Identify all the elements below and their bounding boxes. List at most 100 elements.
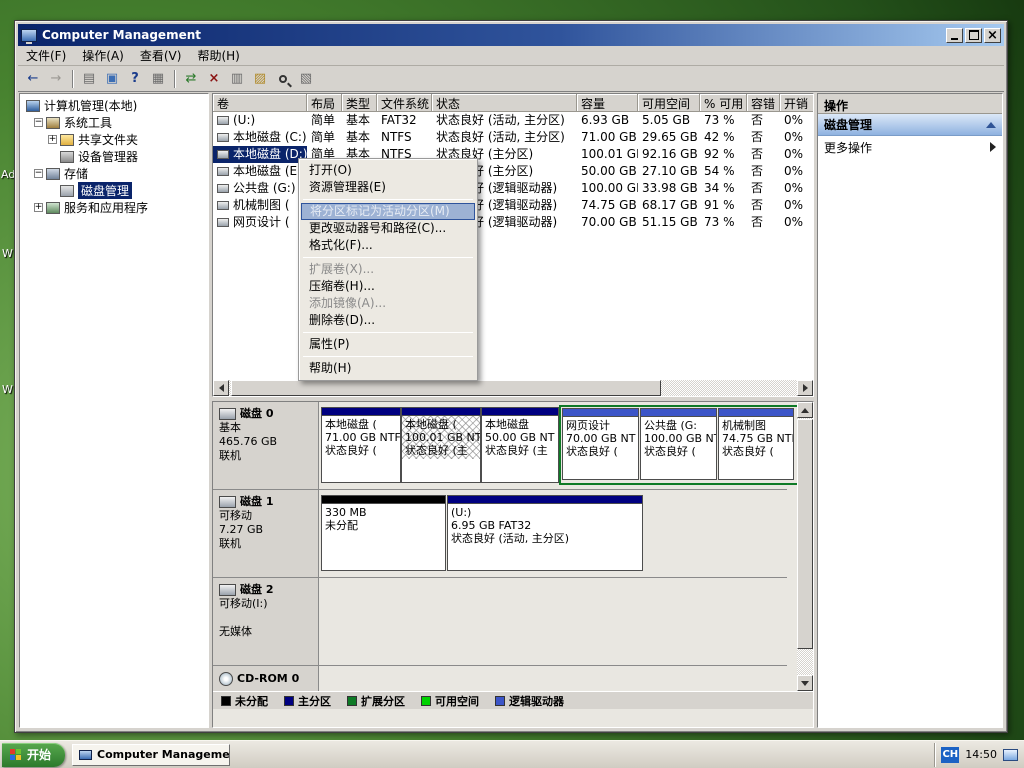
view-options-icon[interactable] bbox=[295, 69, 317, 89]
column-header-layout[interactable]: 布局 bbox=[307, 94, 342, 112]
legend-bar: 未分配 主分区 扩展分区 可用空间 逻辑驱动器 bbox=[213, 691, 813, 709]
menu-item-format[interactable]: 格式化(F)... bbox=[301, 237, 475, 254]
collapse-expander-icon[interactable] bbox=[34, 169, 43, 178]
menu-item-delete-volume[interactable]: 删除卷(D)... bbox=[301, 312, 475, 329]
disk-kind: 基本 bbox=[219, 421, 312, 435]
help-icon[interactable] bbox=[124, 69, 146, 89]
expand-expander-icon[interactable] bbox=[34, 203, 43, 212]
volume-row-c[interactable]: 本地磁盘 (C:) 简单 基本 NTFS 状态良好 (活动, 主分区) 71.0… bbox=[213, 129, 813, 146]
primary-swatch bbox=[284, 696, 294, 706]
cell: 68.17 GB bbox=[638, 197, 700, 214]
column-header-filesystem[interactable]: 文件系统 bbox=[377, 94, 432, 112]
cell: 状态良好 (活动, 主分区) bbox=[432, 129, 577, 146]
column-header-fault-tolerance[interactable]: 容错 bbox=[747, 94, 780, 112]
delete-icon[interactable] bbox=[203, 69, 225, 89]
logical-drive-swatch bbox=[495, 696, 505, 706]
menu-file[interactable]: 文件(F) bbox=[18, 45, 74, 66]
primary-partition-bar bbox=[482, 408, 558, 416]
disk-size: 7.27 GB bbox=[219, 523, 312, 537]
disk2-label[interactable]: 磁盘 2 可移动(I:) 无媒体 bbox=[213, 578, 319, 665]
tree-item-shared-folders[interactable]: 共享文件夹 bbox=[20, 131, 208, 148]
scrollbar-thumb[interactable] bbox=[797, 419, 813, 649]
minimize-button[interactable] bbox=[946, 28, 963, 43]
tree-item-system-tools[interactable]: 系统工具 bbox=[20, 114, 208, 131]
legend-free: 可用空间 bbox=[421, 693, 479, 709]
menu-item-open[interactable]: 打开(O) bbox=[301, 162, 475, 179]
column-header-capacity[interactable]: 容量 bbox=[577, 94, 638, 112]
tree-item-services-apps[interactable]: 服务和应用程序 bbox=[20, 199, 208, 216]
refresh-icon[interactable] bbox=[180, 69, 202, 89]
primary-partition-bar bbox=[448, 496, 642, 504]
back-icon[interactable] bbox=[22, 69, 44, 89]
tree-item-storage[interactable]: 存储 bbox=[20, 165, 208, 182]
menu-separator bbox=[303, 356, 473, 357]
menu-help[interactable]: 帮助(H) bbox=[189, 45, 247, 66]
column-header-volume[interactable]: 卷 bbox=[213, 94, 307, 112]
disk1-row: 磁盘 1 可移动 7.27 GB 联机 330 MB未分配 (U:)6.95 G… bbox=[213, 490, 787, 578]
disk1-label[interactable]: 磁盘 1 可移动 7.27 GB 联机 bbox=[213, 490, 319, 577]
forward-icon[interactable] bbox=[45, 69, 67, 89]
volume-name: 网页设计 ( bbox=[233, 215, 290, 229]
actions-section-disk-management[interactable]: 磁盘管理 bbox=[818, 114, 1002, 136]
column-header-status[interactable]: 状态 bbox=[432, 94, 577, 112]
column-header-free-space[interactable]: 可用空间 bbox=[638, 94, 700, 112]
taskbar-clock[interactable]: 14:50 bbox=[965, 748, 997, 761]
menu-action[interactable]: 操作(A) bbox=[74, 45, 132, 66]
partition-c[interactable]: 本地磁盘 (71.00 GB NTF状态良好 ( bbox=[321, 407, 401, 483]
start-button[interactable]: 开始 bbox=[2, 743, 65, 767]
volume-icon bbox=[217, 218, 229, 227]
tree-item-disk-management[interactable]: 磁盘管理 bbox=[20, 182, 208, 199]
partition-e[interactable]: 本地磁盘50.00 GB NT状态良好 (主 bbox=[481, 407, 559, 483]
cell: 42 % bbox=[700, 129, 747, 146]
expand-expander-icon[interactable] bbox=[48, 135, 57, 144]
properties-icon[interactable] bbox=[226, 69, 248, 89]
logical-drive-g[interactable]: 公共盘 (G:100.00 GB NT状态良好 ( bbox=[640, 408, 717, 480]
scroll-up-icon[interactable] bbox=[797, 402, 813, 418]
collapse-icon[interactable] bbox=[986, 122, 996, 128]
column-header-overhead[interactable]: 开销 bbox=[780, 94, 814, 112]
menu-item-explorer[interactable]: 资源管理器(E) bbox=[301, 179, 475, 196]
horizontal-scrollbar[interactable] bbox=[213, 380, 813, 396]
partition-u[interactable]: (U:)6.95 GB FAT32状态良好 (活动, 主分区) bbox=[447, 495, 643, 571]
start-label: 开始 bbox=[27, 746, 51, 763]
disk0-label[interactable]: 磁盘 0 基本 465.76 GB 联机 bbox=[213, 402, 319, 489]
tree-item-label: 服务和应用程序 bbox=[64, 199, 148, 216]
logical-drive-mech[interactable]: 机械制图74.75 GB NTF状态良好 ( bbox=[718, 408, 794, 480]
close-button[interactable] bbox=[984, 28, 1001, 43]
volume-name: 机械制图 ( bbox=[233, 198, 290, 212]
menu-item-properties[interactable]: 属性(P) bbox=[301, 336, 475, 353]
collapse-expander-icon[interactable] bbox=[34, 118, 43, 127]
taskbar-task-computer-management[interactable]: Computer Management bbox=[72, 744, 230, 766]
disk-kind: 可移动 bbox=[219, 509, 312, 523]
scroll-down-icon[interactable] bbox=[797, 675, 813, 691]
menu-item-shrink-volume[interactable]: 压缩卷(H)... bbox=[301, 278, 475, 295]
partition-d-selected[interactable]: 本地磁盘 (100.01 GB NT状态良好 (主 bbox=[401, 407, 481, 483]
scroll-left-icon[interactable] bbox=[213, 380, 229, 396]
volume-row-u[interactable]: (U:) 简单 基本 FAT32 状态良好 (活动, 主分区) 6.93 GB … bbox=[213, 112, 813, 129]
column-header-percent-free[interactable]: % 可用 bbox=[700, 94, 747, 112]
cdrom-label[interactable]: CD-ROM 0 bbox=[213, 666, 319, 691]
scroll-right-icon[interactable] bbox=[797, 380, 813, 396]
title-bar[interactable]: Computer Management bbox=[18, 24, 1004, 46]
tray-monitor-icon[interactable] bbox=[1003, 749, 1018, 761]
open-folder-icon[interactable] bbox=[249, 69, 271, 89]
submenu-arrow-icon bbox=[990, 142, 996, 152]
cell: 5.05 GB bbox=[638, 112, 700, 129]
menu-item-help[interactable]: 帮助(H) bbox=[301, 360, 475, 377]
show-console-tree-icon[interactable] bbox=[78, 69, 100, 89]
menu-item-change-letter[interactable]: 更改驱动器号和路径(C)... bbox=[301, 220, 475, 237]
vertical-scrollbar[interactable] bbox=[797, 402, 813, 691]
export-list-icon[interactable] bbox=[147, 69, 169, 89]
language-indicator[interactable]: CH bbox=[941, 747, 959, 763]
tree-item-root[interactable]: 计算机管理(本地) bbox=[20, 97, 208, 114]
more-actions-item[interactable]: 更多操作 bbox=[818, 136, 1002, 158]
console-window-icon[interactable] bbox=[101, 69, 123, 89]
find-icon[interactable] bbox=[272, 69, 294, 89]
column-header-type[interactable]: 类型 bbox=[342, 94, 377, 112]
logical-drive-web[interactable]: 网页设计70.00 GB NT状态良好 ( bbox=[562, 408, 639, 480]
scrollbar-thumb[interactable] bbox=[231, 380, 661, 396]
restore-button[interactable] bbox=[965, 28, 982, 43]
menu-view[interactable]: 查看(V) bbox=[132, 45, 190, 66]
tree-item-device-manager[interactable]: 设备管理器 bbox=[20, 148, 208, 165]
unallocated-space[interactable]: 330 MB未分配 bbox=[321, 495, 446, 571]
